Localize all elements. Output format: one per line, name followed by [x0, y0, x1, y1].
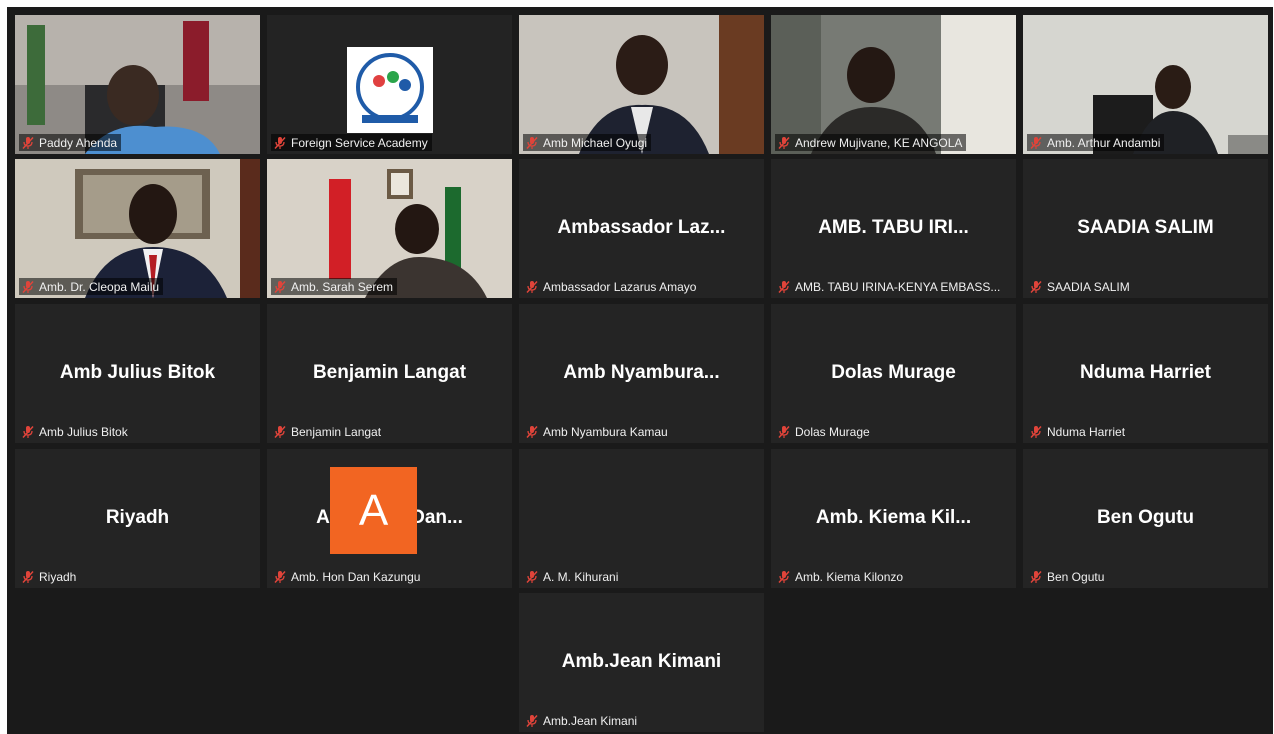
participant-name-label: Andrew Mujivane, KE ANGOLA [775, 134, 967, 151]
muted-microphone-icon [526, 714, 538, 727]
participant-name-label: Riyadh [19, 568, 80, 585]
gallery-view: Paddy Ahenda Foreign Service Academy Amb… [7, 7, 1273, 734]
participant-display-name: Amb Nyambura... [563, 362, 720, 383]
participant-name: Amb Nyambura Kamau [543, 424, 668, 439]
participant-tile[interactable]: Amb Julius Bitok Amb Julius Bitok [15, 304, 260, 443]
participant-tile[interactable]: Amb Nyambura... Amb Nyambura Kamau [519, 304, 764, 443]
participant-display-name: Amb Julius Bitok [59, 362, 216, 383]
participant-name: Amb. Kiema Kilonzo [795, 569, 904, 584]
muted-microphone-icon [274, 425, 286, 438]
participant-name: Amb.Jean Kimani [543, 713, 638, 728]
participant-tile[interactable]: SAADIA SALIM SAADIA SALIM [1023, 159, 1268, 298]
participant-display-name: Benjamin Langat [312, 362, 467, 383]
participant-name-label: Dolas Murage [775, 423, 874, 440]
participant-tile[interactable]: Amb. Kiema Kil... Amb. Kiema Kilonzo [771, 449, 1016, 588]
muted-microphone-icon [778, 136, 790, 149]
participant-name: Ambassador Lazarus Amayo [543, 279, 697, 294]
participant-name-label: Amb. Dr. Cleopa Mailu [19, 278, 164, 295]
participant-tile[interactable]: Amb Michael Oyugi [519, 15, 764, 154]
participant-tile[interactable]: Riyadh Riyadh [15, 449, 260, 588]
participant-name-label: A. M. Kihurani [523, 568, 622, 585]
participant-name-label: Foreign Service Academy [271, 134, 432, 151]
participant-name: SAADIA SALIM [1047, 279, 1130, 294]
participant-tile[interactable]: A. M. Kihurani [519, 449, 764, 588]
participant-name-label: Amb Nyambura Kamau [523, 423, 672, 440]
participant-tile[interactable]: Foreign Service Academy [267, 15, 512, 154]
participant-tile[interactable]: Amb. Sarah Serem [267, 159, 512, 298]
muted-microphone-icon [274, 280, 286, 293]
participant-tile[interactable]: Amb. Arthur Andambi [1023, 15, 1268, 154]
participant-display-name: SAADIA SALIM [1077, 217, 1214, 238]
participant-tile-active-speaker[interactable]: Amb. Dr. Cleopa Mailu [15, 159, 260, 298]
participant-tile[interactable]: Amb.Jean Kimani Amb.Jean Kimani [519, 593, 764, 732]
participant-display-name: Nduma Harriet [1080, 362, 1211, 383]
participant-name: Amb. Arthur Andambi [1047, 135, 1161, 150]
participant-display-name: Dolas Murage [831, 362, 956, 383]
muted-microphone-icon [778, 425, 790, 438]
participant-name-label: Ben Ogutu [1027, 568, 1108, 585]
participant-name: A. M. Kihurani [543, 569, 619, 584]
participant-name-label: SAADIA SALIM [1027, 278, 1134, 295]
participant-name: Amb Julius Bitok [39, 424, 128, 439]
participant-tile[interactable]: Benjamin Langat Benjamin Langat [267, 304, 512, 443]
muted-microphone-icon [526, 425, 538, 438]
participant-name: Paddy Ahenda [39, 135, 118, 150]
participant-name: Amb. Dr. Cleopa Mailu [39, 279, 160, 294]
participant-name-label: Amb. Hon Dan Kazungu [271, 568, 424, 585]
muted-microphone-icon [526, 280, 538, 293]
muted-microphone-icon [526, 136, 538, 149]
participant-name-label: Amb. Kiema Kilonzo [775, 568, 907, 585]
muted-microphone-icon [1030, 425, 1042, 438]
avatar-letter: A [358, 485, 389, 535]
muted-microphone-icon [778, 280, 790, 293]
muted-microphone-icon [1030, 280, 1042, 293]
participant-name-label: Nduma Harriet [1027, 423, 1129, 440]
participant-name: Ben Ogutu [1047, 569, 1105, 584]
participant-name: Riyadh [39, 569, 77, 584]
participant-name-label: Amb Michael Oyugi [523, 134, 652, 151]
participant-name: Amb. Sarah Serem [291, 279, 394, 294]
participant-name-label: Amb. Sarah Serem [271, 278, 398, 295]
participant-name: Amb. Hon Dan Kazungu [291, 569, 421, 584]
participant-tile[interactable]: Andrew Mujivane, KE ANGOLA [771, 15, 1016, 154]
participant-name-label: Amb Julius Bitok [19, 423, 132, 440]
participant-name: Amb Michael Oyugi [543, 135, 648, 150]
muted-microphone-icon [526, 570, 538, 583]
participant-name: AMB. TABU IRINA-KENYA EMBASS... [795, 279, 1001, 294]
participant-display-name: Ben Ogutu [1096, 507, 1195, 528]
muted-microphone-icon [22, 280, 34, 293]
participant-name-label: Benjamin Langat [271, 423, 385, 440]
participant-name-label: Ambassador Lazarus Amayo [523, 278, 700, 295]
muted-microphone-icon [274, 570, 286, 583]
participant-tile[interactable]: Dolas Murage Dolas Murage [771, 304, 1016, 443]
muted-microphone-icon [22, 136, 34, 149]
participant-tile[interactable]: Nduma Harriet Nduma Harriet [1023, 304, 1268, 443]
muted-microphone-icon [22, 425, 34, 438]
participant-avatar: A [330, 467, 417, 554]
participant-tile[interactable]: Paddy Ahenda [15, 15, 260, 154]
participant-name: Foreign Service Academy [291, 135, 428, 150]
participant-name-label: AMB. TABU IRINA-KENYA EMBASS... [775, 278, 1004, 295]
participant-name: Benjamin Langat [291, 424, 382, 439]
participant-display-name: Amb.Jean Kimani [561, 651, 722, 672]
participant-display-name: AMB. TABU IRI... [818, 217, 969, 238]
muted-microphone-icon [22, 570, 34, 583]
muted-microphone-icon [1030, 570, 1042, 583]
muted-microphone-icon [274, 136, 286, 149]
muted-microphone-icon [778, 570, 790, 583]
participant-name: Nduma Harriet [1047, 424, 1126, 439]
participant-name-label: Amb. Arthur Andambi [1027, 134, 1165, 151]
participant-name-label: Amb.Jean Kimani [523, 712, 641, 729]
muted-microphone-icon [1030, 136, 1042, 149]
participant-tile[interactable]: Ambassador Laz... Ambassador Lazarus Ama… [519, 159, 764, 298]
participant-name: Dolas Murage [795, 424, 870, 439]
participant-tile[interactable]: AMB. TABU IRI... AMB. TABU IRINA-KENYA E… [771, 159, 1016, 298]
participant-display-name: Riyadh [105, 507, 170, 528]
participant-display-name: Ambassador Laz... [557, 217, 726, 238]
participant-name: Andrew Mujivane, KE ANGOLA [795, 135, 963, 150]
participant-tile[interactable]: Ben Ogutu Ben Ogutu [1023, 449, 1268, 588]
participant-display-name: Amb. Kiema Kil... [815, 507, 972, 528]
participant-name-label: Paddy Ahenda [19, 134, 122, 151]
